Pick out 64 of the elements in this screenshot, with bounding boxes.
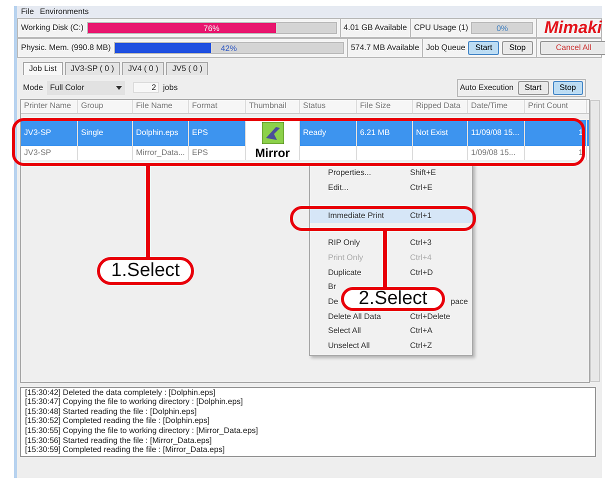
status-label: Working Disk (C:) bbox=[21, 23, 84, 33]
table-cell: JV3-SP bbox=[21, 146, 78, 160]
jobs-label: jobs bbox=[163, 82, 178, 92]
scrollbar[interactable] bbox=[590, 100, 600, 382]
tab[interactable]: Job List bbox=[23, 62, 63, 75]
menu-item[interactable]: Duplicate Ctrl+D bbox=[310, 265, 472, 280]
logo-text: Mimaki bbox=[543, 18, 603, 38]
log-line: [15:30:59] Completed reading the file : [Mirror_Data.eps] bbox=[25, 445, 226, 455]
auto-execution-label: Auto Execution bbox=[460, 82, 514, 92]
tab[interactable]: JV3-SP ( 0 ) bbox=[64, 62, 120, 75]
menu-item[interactable]: RIP Only Ctrl+3 bbox=[310, 236, 472, 250]
column-header[interactable]: Print Count bbox=[525, 100, 587, 113]
menu-item[interactable]: File bbox=[21, 7, 34, 17]
caret-icon bbox=[116, 86, 122, 90]
thumbnail-image bbox=[262, 122, 284, 144]
progress-reading: 42% bbox=[220, 43, 238, 54]
log-line: [15:30:52] Completed reading the file : [Dolphin.eps] bbox=[25, 416, 211, 426]
start-button[interactable]: Start bbox=[518, 80, 549, 95]
thumbnail-text: Mirror bbox=[255, 146, 290, 159]
table-cell: 1/09/08 15... bbox=[468, 146, 525, 160]
column-header[interactable]: File Size bbox=[357, 100, 413, 113]
progress-reading: 76% bbox=[202, 23, 221, 34]
mode-dropdown[interactable]: Full Color bbox=[47, 80, 126, 95]
table-cell: Mirror_Data... bbox=[133, 146, 189, 160]
menu-item-text: Br bbox=[328, 282, 336, 292]
menu-item[interactable]: Environments bbox=[40, 7, 89, 17]
log-line: [15:30:42] Deleted the data completely : [Dolphin.eps] bbox=[25, 388, 216, 398]
table-cell: 1 bbox=[525, 146, 587, 160]
menu-item[interactable]: Properties... Shift+E bbox=[310, 166, 472, 180]
table-row[interactable]: JV3-SP Mirror_Data... EPS Mirror 1/09/08 15... 1 bbox=[21, 146, 589, 160]
column-header[interactable]: Ripped Data bbox=[413, 100, 468, 113]
callout-label: 2.Select bbox=[341, 287, 445, 311]
column-header[interactable]: Date/Time bbox=[468, 100, 525, 113]
menu-item[interactable]: Unselect All Ctrl+Z bbox=[310, 338, 472, 354]
column-header[interactable]: Printer Name bbox=[21, 100, 78, 113]
cancel-all-button[interactable]: Cancel All bbox=[540, 41, 605, 55]
menu-item[interactable]: Edit... Ctrl+E bbox=[310, 180, 472, 195]
job-queue-label: Job Queue bbox=[426, 43, 466, 53]
menu-item[interactable]: Delete All Data Ctrl+Delete bbox=[310, 309, 472, 324]
menu-item[interactable]: Select All Ctrl+A bbox=[310, 324, 472, 338]
menu-item-text: De bbox=[328, 296, 338, 307]
status-label: Physic. Mem. (990.8 MB) bbox=[21, 43, 111, 53]
stop-button[interactable]: Stop bbox=[502, 41, 533, 55]
available-text: 4.01 GB Available bbox=[344, 23, 407, 33]
start-button[interactable]: Start bbox=[468, 41, 500, 55]
progress-reading: 0% bbox=[495, 23, 510, 34]
available-text: 574.7 MB Available bbox=[350, 43, 420, 53]
column-header[interactable]: File Name bbox=[133, 100, 189, 113]
mode-label: Mode bbox=[23, 82, 44, 92]
shortcut-text: pace bbox=[450, 296, 468, 307]
log-line: [15:30:48] Started reading the file : [Dolphin.eps] bbox=[25, 406, 198, 416]
stop-button[interactable]: Stop bbox=[552, 80, 583, 95]
log-line: [15:30:55] Copying the file to working directory : [Mirror_Data.eps] bbox=[25, 426, 259, 436]
log-line: [15:30:56] Started reading the file : [Mirror_Data.eps] bbox=[25, 436, 213, 446]
tab[interactable]: JV5 ( 0 ) bbox=[166, 62, 208, 75]
job-count-field: 2 bbox=[133, 82, 160, 94]
column-header[interactable]: Group bbox=[78, 100, 133, 113]
cpu-label: CPU Usage (1) bbox=[414, 23, 468, 33]
tab[interactable]: JV4 ( 0 ) bbox=[122, 62, 164, 75]
callout-label: 1.Select bbox=[97, 257, 194, 285]
log-line: [15:30:47] Copying the file to working directory : [Dolphin.eps] bbox=[25, 397, 244, 407]
column-header[interactable]: Status bbox=[300, 100, 357, 113]
column-header[interactable]: Thumbnail bbox=[246, 100, 300, 113]
column-header[interactable]: Format bbox=[189, 100, 246, 113]
